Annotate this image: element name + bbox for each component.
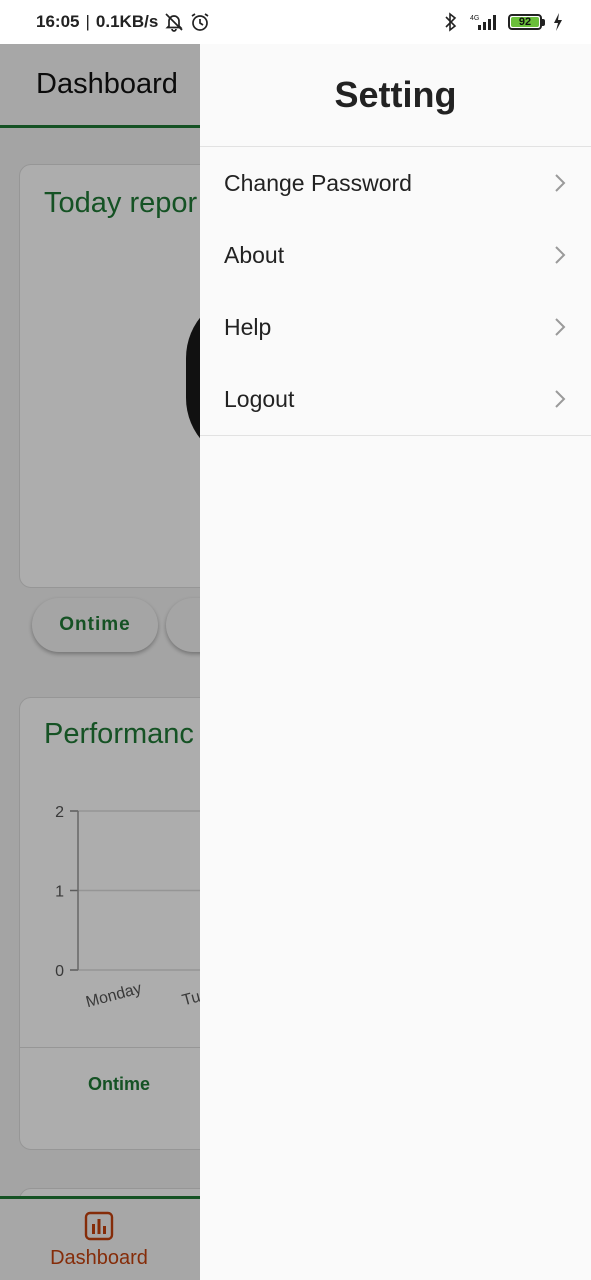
status-separator: | xyxy=(85,12,90,31)
menu-item-help[interactable]: Help xyxy=(200,291,591,363)
menu-item-label: Change Password xyxy=(224,169,412,196)
menu-item-about[interactable]: About xyxy=(200,219,591,291)
chevron-right-icon xyxy=(555,318,566,336)
settings-menu: Change Password About Help Logout xyxy=(200,147,591,436)
menu-item-label: About xyxy=(224,241,285,268)
battery-icon: 92 xyxy=(508,14,545,30)
charging-icon xyxy=(554,13,562,31)
signal-4g-icon: 4G xyxy=(470,15,496,30)
drawer-header: Setting xyxy=(200,44,591,147)
alarm-icon xyxy=(191,13,209,31)
chevron-right-icon xyxy=(555,390,566,408)
status-time: 16:05 xyxy=(36,12,80,31)
status-speed: 0.1KB/s xyxy=(95,12,159,31)
bluetooth-icon xyxy=(445,12,457,32)
status-left: 16:05 | 0.1KB/s xyxy=(36,12,210,32)
chevron-right-icon xyxy=(555,174,566,192)
drawer-title: Setting xyxy=(334,74,457,115)
settings-drawer: Setting Change Password About Help Logou… xyxy=(200,44,591,1280)
menu-item-change-password[interactable]: Change Password xyxy=(200,147,591,219)
battery-level: 92 xyxy=(511,16,539,28)
status-right: 4G 92 xyxy=(444,12,563,32)
notifications-off-icon xyxy=(165,13,183,32)
chevron-right-icon xyxy=(555,246,566,264)
menu-item-label: Logout xyxy=(224,385,295,412)
status-bar: 16:05 | 0.1KB/s 4G 92 xyxy=(0,0,591,44)
network-type: 4G xyxy=(470,15,479,22)
menu-item-logout[interactable]: Logout xyxy=(200,363,591,435)
menu-item-label: Help xyxy=(224,313,272,340)
